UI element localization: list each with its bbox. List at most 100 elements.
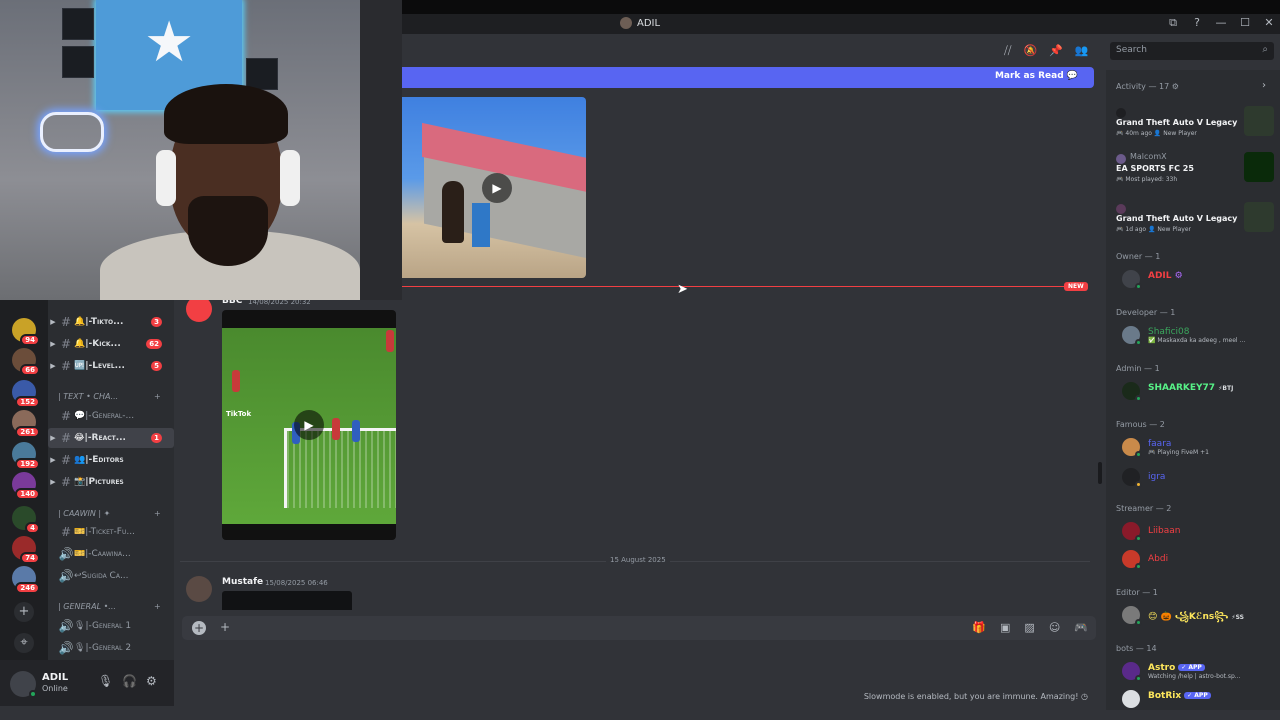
category-header[interactable]: | TEXT • CHA... + bbox=[58, 392, 161, 401]
apps-icon[interactable]: 🎮 bbox=[1074, 621, 1088, 634]
channel-item[interactable]: # 🎫 |-Ticket-Fu... bbox=[48, 522, 174, 542]
new-divider-label: NEW bbox=[1064, 282, 1088, 291]
headphones-icon[interactable]: 🎧 bbox=[122, 674, 137, 688]
server-icon[interactable]: 261 bbox=[12, 410, 40, 438]
collapse-arrow-icon: ▶ bbox=[50, 340, 56, 348]
background-door bbox=[360, 0, 402, 300]
member-item[interactable]: Liibaan bbox=[1122, 520, 1272, 542]
channel-item[interactable]: ▶ # 👥 |-Editors bbox=[48, 450, 174, 470]
threads-icon[interactable]: ⧸⧸ bbox=[1004, 44, 1011, 58]
user-avatar[interactable] bbox=[10, 671, 37, 698]
discover-icon[interactable]: ⌖ bbox=[14, 633, 34, 653]
category-header[interactable]: | GENERAL •... + bbox=[58, 602, 161, 611]
server-icon[interactable]: 66 bbox=[12, 348, 40, 376]
settings-gear-icon[interactable]: ⚙ bbox=[146, 674, 157, 688]
voice-channel-item[interactable]: 🔊 🎙 |-General 1 bbox=[48, 616, 174, 636]
voice-channel-item[interactable]: 🔊 ↩ Sugida Ca... bbox=[48, 566, 174, 586]
play-icon[interactable]: ▶ bbox=[294, 410, 324, 440]
server-icon[interactable]: 152 bbox=[12, 380, 40, 408]
unread-badge: 62 bbox=[146, 339, 162, 349]
minimize-button[interactable]: — bbox=[1214, 16, 1228, 30]
channel-item[interactable]: ▶ # 🔔 |-Tikto... 3 bbox=[48, 312, 174, 332]
mute-icon[interactable]: 🔕 bbox=[1023, 44, 1037, 58]
slowmode-text: Slowmode is enabled, but you are immune.… bbox=[863, 692, 1079, 701]
message-author[interactable]: Mustafe bbox=[222, 577, 263, 587]
member-status-text: 🎮 Playing FiveM +1 bbox=[1148, 449, 1209, 456]
online-status-icon bbox=[1135, 451, 1142, 458]
category-header[interactable]: | CAAWIN | ✦ + bbox=[58, 509, 161, 518]
pin-icon[interactable]: 📌 bbox=[1049, 44, 1063, 58]
app-tag: ✓ APP bbox=[1178, 664, 1205, 671]
inbox-icon[interactable]: ⧉ bbox=[1166, 16, 1180, 30]
member-name: BotRix ✓ APP bbox=[1148, 691, 1211, 701]
member-item[interactable]: ADIL ⚙ bbox=[1122, 268, 1272, 290]
member-item[interactable]: 😊 🎃 ꧁Kℰns꧂ ⚡SS bbox=[1122, 604, 1272, 626]
activity-header[interactable]: Activity — 17 ⚙ bbox=[1116, 82, 1179, 91]
speaker-icon: 🔊 bbox=[58, 619, 74, 633]
members-icon[interactable]: 👥 bbox=[1075, 44, 1089, 58]
hash-icon: # bbox=[60, 525, 72, 539]
channel-item[interactable]: # 💬 |-General-... bbox=[48, 406, 174, 426]
server-icon[interactable]: 4 bbox=[12, 506, 40, 534]
server-icon[interactable]: 246 bbox=[12, 566, 40, 594]
server-icon[interactable]: 94 bbox=[12, 318, 40, 346]
server-icon[interactable]: 192 bbox=[12, 442, 40, 470]
plus-icon[interactable]: + bbox=[220, 620, 230, 634]
server-badge: 4 bbox=[25, 522, 40, 534]
video-attachment-football[interactable]: TikTok ▶ bbox=[222, 310, 396, 540]
channel-item[interactable]: ▶ # 🔔 |-Kick... 62 bbox=[48, 334, 174, 354]
channel-item[interactable]: ▶ # 🆙 |-Level... 5 bbox=[48, 356, 174, 376]
message-attachment[interactable] bbox=[222, 591, 352, 610]
add-attachment-icon[interactable]: + bbox=[192, 621, 206, 635]
mark-as-read-button[interactable]: Mark as Read 💬 bbox=[995, 71, 1078, 81]
user-name[interactable]: ADIL bbox=[42, 672, 68, 683]
add-channel-icon[interactable]: + bbox=[154, 392, 161, 401]
add-server-icon[interactable]: + bbox=[14, 602, 34, 622]
voice-channel-item[interactable]: 🔊 🎫 |-Caawina... bbox=[48, 544, 174, 564]
maximize-button[interactable]: ☐ bbox=[1238, 16, 1252, 30]
star-icon: ★ bbox=[144, 10, 195, 75]
online-status-icon bbox=[1135, 283, 1142, 290]
message-avatar[interactable] bbox=[186, 576, 212, 602]
member-item[interactable]: faara 🎮 Playing FiveM +1 bbox=[1122, 436, 1272, 458]
member-item[interactable]: Shafici08 ✅ Maskaxda ka adeeg , meel ... bbox=[1122, 324, 1272, 346]
gift-icon[interactable]: 🎁 bbox=[972, 621, 986, 634]
search-input[interactable]: Search ⌕ bbox=[1110, 42, 1274, 60]
collapse-arrow-icon: ▶ bbox=[50, 434, 56, 442]
server-icon[interactable]: 140 bbox=[12, 472, 40, 500]
wall-poster bbox=[246, 58, 278, 90]
sticker-icon[interactable]: ▨ bbox=[1024, 621, 1034, 634]
help-icon[interactable]: ? bbox=[1190, 16, 1204, 30]
member-item[interactable]: BotRix ✓ APP bbox=[1122, 688, 1272, 710]
add-channel-icon[interactable]: + bbox=[154, 509, 161, 518]
member-item[interactable]: Abdi bbox=[1122, 548, 1272, 570]
chevron-right-icon[interactable]: › bbox=[1262, 80, 1266, 91]
hash-icon: # bbox=[60, 409, 72, 423]
composer-tools: 🎁 ▣ ▨ ☺ 🎮 bbox=[972, 621, 1088, 634]
voice-channel-item[interactable]: 🔊 🎙 |-General 2 bbox=[48, 638, 174, 658]
member-name-text: 😊 🎃 ꧁Kℰns꧂ bbox=[1148, 612, 1229, 622]
emoji-icon[interactable]: ☺ bbox=[1049, 621, 1060, 634]
channel-emoji: 🔔 bbox=[74, 317, 86, 327]
activity-avatar bbox=[1116, 154, 1126, 164]
chat-scrollbar[interactable] bbox=[1098, 462, 1102, 484]
close-button[interactable]: ✕ bbox=[1262, 16, 1276, 30]
play-icon[interactable]: ▶ bbox=[482, 173, 512, 203]
activity-card[interactable]: Grand Theft Auto V Legacy 🎮 40m ago 👤 Ne… bbox=[1116, 106, 1274, 146]
gif-icon[interactable]: ▣ bbox=[1000, 621, 1010, 634]
channel-item[interactable]: ▶ # 😂 |-React... 1 bbox=[48, 428, 174, 448]
activity-card[interactable]: MalcomX EA SPORTS FC 25 🎮 Most played: 3… bbox=[1116, 152, 1274, 192]
video-attachment-house[interactable]: ▶ bbox=[402, 97, 586, 278]
member-item[interactable]: SHAARKEY77 ⚡BTJ bbox=[1122, 380, 1272, 402]
message-composer[interactable]: + + 🎁 ▣ ▨ ☺ 🎮 bbox=[182, 616, 1096, 640]
channel-emoji: ↩ bbox=[74, 571, 82, 581]
activity-card[interactable]: Grand Theft Auto V Legacy 🎮 1d ago 👤 New… bbox=[1116, 202, 1274, 242]
microphone-icon[interactable]: 🎙 bbox=[98, 674, 113, 688]
member-item[interactable]: igra bbox=[1122, 466, 1272, 488]
server-icon[interactable]: 74 bbox=[12, 536, 40, 564]
hash-icon: # bbox=[60, 315, 72, 329]
channel-item[interactable]: ▶ # 📸 |Pictures bbox=[48, 472, 174, 492]
member-item[interactable]: Astro ✓ APP Watching /help | astro-bot.sp.… bbox=[1122, 660, 1272, 682]
add-channel-icon[interactable]: + bbox=[154, 602, 161, 611]
new-messages-bar[interactable]: Mark as Read 💬 bbox=[402, 67, 1094, 88]
